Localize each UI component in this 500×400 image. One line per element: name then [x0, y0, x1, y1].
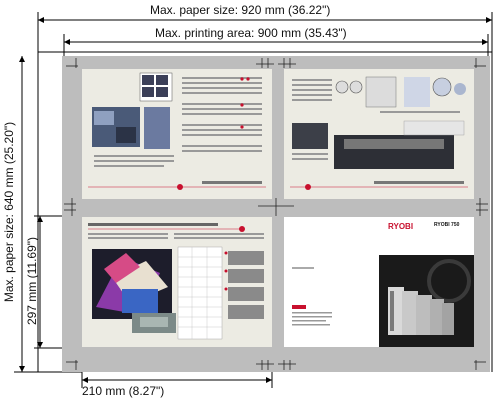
- page-height-label: 297 mm (11.69"): [25, 236, 39, 326]
- printed-sheet: RYOBI RYOBI 750: [62, 56, 490, 372]
- max-paper-height-label: Max. paper size: 640 mm (25.20"): [2, 121, 16, 303]
- arrow-head: [19, 56, 25, 62]
- brochure-page-back: [82, 217, 272, 347]
- brochure-page-inside-right: [284, 69, 474, 199]
- arrow-head: [64, 39, 70, 45]
- brochure-page-cover: RYOBI RYOBI 750: [284, 217, 474, 347]
- page-content: [88, 223, 264, 340]
- arrow-head: [82, 377, 88, 383]
- max-paper-width-label: Max. paper size: 920 mm (36.22"): [150, 3, 331, 17]
- arrow-head: [266, 377, 272, 383]
- page-content: [88, 72, 266, 190]
- page-content: [290, 76, 468, 190]
- arrow-head: [38, 17, 44, 23]
- arrow-head: [482, 39, 488, 45]
- arrow-head: [19, 366, 25, 372]
- max-printing-width-label: Max. printing area: 900 mm (35.43"): [155, 26, 347, 40]
- cover-artwork: [292, 255, 474, 347]
- brochure-page-inside-left: [82, 69, 272, 199]
- arrow-head: [486, 17, 492, 23]
- page-width-label: 210 mm (8.27"): [82, 384, 165, 398]
